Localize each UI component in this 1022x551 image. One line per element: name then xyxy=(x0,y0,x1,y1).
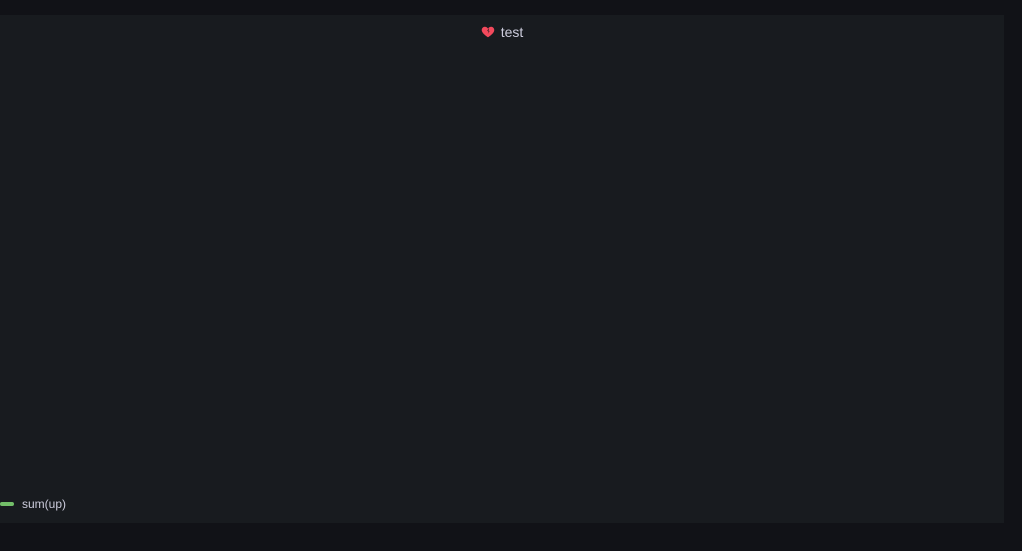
legend-swatch-sum-up xyxy=(0,502,14,506)
panel-title: test xyxy=(500,24,524,40)
panel-header[interactable]: test xyxy=(0,15,1004,49)
page-scrollbar[interactable] xyxy=(1004,0,1022,551)
broken-heart-icon xyxy=(481,26,494,38)
graph-panel: test sum(up) xyxy=(0,15,1004,523)
legend: sum(up) xyxy=(0,495,66,513)
legend-label-sum-up[interactable]: sum(up) xyxy=(22,497,66,511)
dashboard-view: test sum(up) xyxy=(0,0,1022,551)
